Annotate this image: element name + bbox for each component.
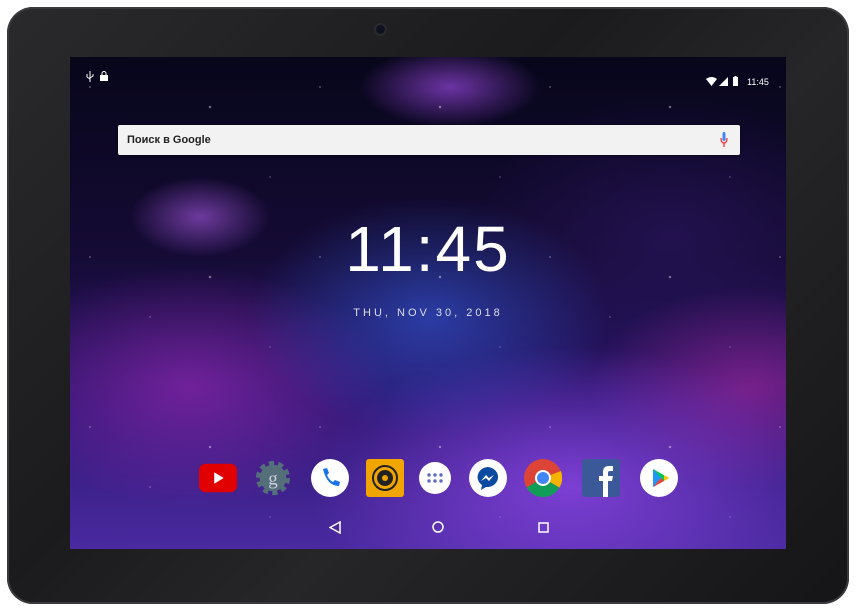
play-store-icon xyxy=(640,459,678,497)
chrome-icon xyxy=(524,459,562,497)
facebook-icon xyxy=(582,459,620,497)
app-drawer-icon xyxy=(419,462,451,494)
back-button[interactable] xyxy=(327,519,343,535)
app-facebook[interactable] xyxy=(582,459,620,497)
app-camera[interactable] xyxy=(366,459,404,497)
youtube-icon xyxy=(199,463,237,493)
app-chrome[interactable] xyxy=(524,459,562,497)
recents-button[interactable] xyxy=(535,519,551,535)
recents-icon xyxy=(537,521,549,533)
signal-icon xyxy=(719,77,728,88)
search-placeholder: Поиск в Google xyxy=(127,134,211,146)
svg-text:g: g xyxy=(268,469,278,490)
app-phone[interactable] xyxy=(311,459,349,497)
google-settings-icon: g xyxy=(255,460,291,496)
front-camera xyxy=(376,25,385,34)
wifi-icon xyxy=(706,77,717,88)
lock-icon xyxy=(100,71,108,83)
home-screen: 11:45 Поиск в Google 11:45 THU, NOV 30, … xyxy=(70,57,786,549)
status-time: 11:45 xyxy=(747,77,769,87)
battery-icon xyxy=(733,76,738,88)
usb-icon xyxy=(86,71,94,84)
google-search-bar[interactable]: Поиск в Google xyxy=(118,125,740,155)
app-play-store[interactable] xyxy=(640,459,678,497)
app-google-settings[interactable]: g xyxy=(254,459,292,497)
home-button[interactable] xyxy=(430,519,446,535)
messenger-icon xyxy=(469,459,507,497)
app-drawer[interactable] xyxy=(416,459,454,497)
mic-icon[interactable] xyxy=(720,132,728,148)
phone-icon xyxy=(311,459,349,497)
back-icon xyxy=(329,520,341,534)
home-icon xyxy=(432,521,444,533)
app-youtube[interactable] xyxy=(199,459,237,497)
clock-widget[interactable]: 11:45 xyxy=(70,212,786,286)
camera-icon xyxy=(366,459,404,497)
app-messenger[interactable] xyxy=(469,459,507,497)
date-label: THU, NOV 30, 2018 xyxy=(353,307,503,319)
